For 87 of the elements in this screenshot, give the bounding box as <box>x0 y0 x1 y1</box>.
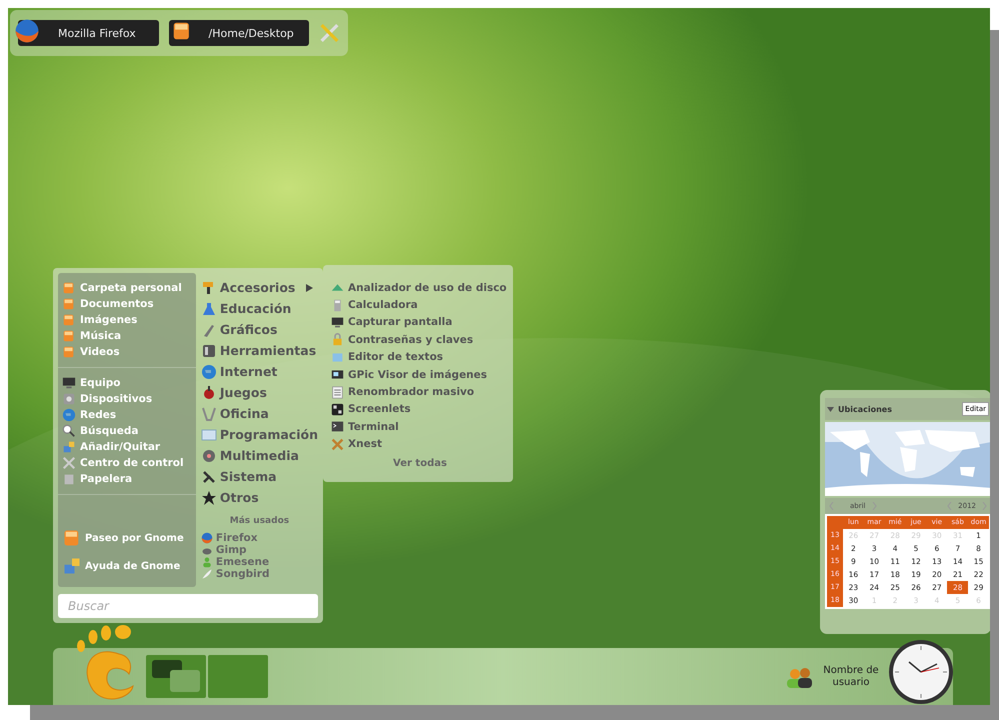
menu-item[interactable]: Songbird <box>200 568 318 580</box>
menu-item[interactable]: Xnest <box>331 436 509 453</box>
person-icon <box>200 556 213 568</box>
menu-item[interactable]: Screenlets <box>331 400 509 418</box>
search-field[interactable]: Buscar <box>58 594 318 618</box>
launcher-button[interactable]: /Home/Desktop <box>168 20 310 46</box>
folder-icon <box>62 297 76 311</box>
monitor-icon <box>62 376 76 390</box>
package-icon <box>62 440 76 454</box>
document-icon <box>331 350 344 364</box>
menu-item[interactable]: Terminal <box>331 418 509 436</box>
photo-icon <box>331 368 344 382</box>
lock-icon <box>331 333 344 346</box>
menu-item[interactable]: Renombrador masivo <box>331 383 509 401</box>
globe-icon <box>200 364 217 380</box>
reel-icon <box>200 448 217 464</box>
folder-icon <box>62 281 76 295</box>
star-icon <box>200 490 217 506</box>
clock-icon <box>887 638 955 705</box>
menu-item[interactable]: Música <box>62 329 192 343</box>
arrow-icon <box>306 284 314 292</box>
menu-item[interactable]: Herramientas <box>200 340 318 361</box>
menu-item[interactable]: GPic Visor de imágenes <box>331 366 509 384</box>
menu-item[interactable]: Analizador de uso de disco <box>331 279 509 296</box>
menu-item[interactable]: Firefox <box>200 532 318 544</box>
search-icon <box>62 424 76 438</box>
workspace-thumbnail[interactable] <box>208 655 268 698</box>
monitor-icon <box>331 316 344 329</box>
see-all-link[interactable]: Ver todas <box>393 458 447 469</box>
menu-item[interactable]: Dispositivos <box>62 392 192 406</box>
menu-item[interactable]: Videos <box>62 345 192 359</box>
grid-icon <box>331 402 344 416</box>
menu-item[interactable]: Añadir/Quitar <box>62 440 192 454</box>
feather-icon <box>200 568 213 580</box>
menu-item[interactable]: Editor de textos <box>331 348 509 366</box>
menu-item[interactable]: Equipo <box>62 376 192 390</box>
folder-icon <box>62 313 76 327</box>
previous-icon[interactable] <box>829 502 834 510</box>
launcher-button[interactable]: Mozilla Firefox <box>18 20 159 46</box>
triangle-icon[interactable] <box>827 406 834 412</box>
menu-item[interactable]: Paseo por Gnome <box>62 525 192 551</box>
menu-item[interactable]: Otros <box>200 487 318 508</box>
users-icon <box>785 666 815 688</box>
list-icon <box>331 386 344 399</box>
menu-item[interactable]: Ayuda de Gnome <box>62 553 192 579</box>
user-name[interactable]: Nombre de usuario <box>819 664 883 688</box>
globe-icon <box>62 408 76 422</box>
menu-item[interactable]: Carpeta personal <box>62 281 192 295</box>
folder-icon <box>62 329 76 343</box>
globe-icon <box>14 18 40 44</box>
tools-icon <box>200 468 217 484</box>
menu-item[interactable]: Oficina <box>200 403 318 424</box>
cross-icon <box>331 438 344 451</box>
menu-item[interactable]: Centro de control <box>62 456 192 470</box>
menu-item[interactable]: Búsqueda <box>62 424 192 438</box>
menu-item[interactable]: Papelera <box>62 472 192 486</box>
menu-item[interactable]: Sistema <box>200 466 318 487</box>
folder-icon <box>62 345 76 359</box>
menu-item[interactable]: Multimedia <box>200 445 318 466</box>
menu-item[interactable]: Contraseñas y claves <box>331 331 509 349</box>
previous-icon[interactable] <box>947 502 952 510</box>
menu-item[interactable]: Calculadora <box>331 296 509 314</box>
package-icon <box>62 556 82 576</box>
flask-icon <box>200 300 217 316</box>
menu-item[interactable]: Imágenes <box>62 313 192 327</box>
menu-item[interactable]: Capturar pantalla <box>331 314 509 332</box>
tools-icon[interactable] <box>319 22 340 44</box>
section-title: Más usados <box>228 516 290 526</box>
window-icon <box>200 426 217 442</box>
widget-title: Ubicaciones <box>838 404 893 414</box>
terminal-icon <box>331 420 344 434</box>
menu-item[interactable]: Redes <box>62 408 192 422</box>
menu-item[interactable]: Emesene <box>200 556 318 568</box>
menu-item[interactable]: Educación <box>200 298 318 319</box>
workspace-thumbnail[interactable] <box>146 655 206 698</box>
next-icon[interactable] <box>982 502 987 510</box>
next-icon[interactable] <box>872 502 877 510</box>
globe-icon <box>200 532 213 544</box>
trash-icon <box>62 472 76 486</box>
tools-icon <box>62 456 76 470</box>
menu-item[interactable]: Documentos <box>62 297 192 311</box>
menu-item[interactable]: Gimp <box>200 544 318 556</box>
menu-item[interactable]: Accesorios <box>200 277 318 298</box>
menu-item[interactable]: Juegos <box>200 382 318 403</box>
menu-item[interactable]: Gráficos <box>200 319 318 340</box>
menu-item[interactable]: Internet <box>200 361 318 382</box>
menu-item[interactable]: Programación <box>200 424 318 445</box>
